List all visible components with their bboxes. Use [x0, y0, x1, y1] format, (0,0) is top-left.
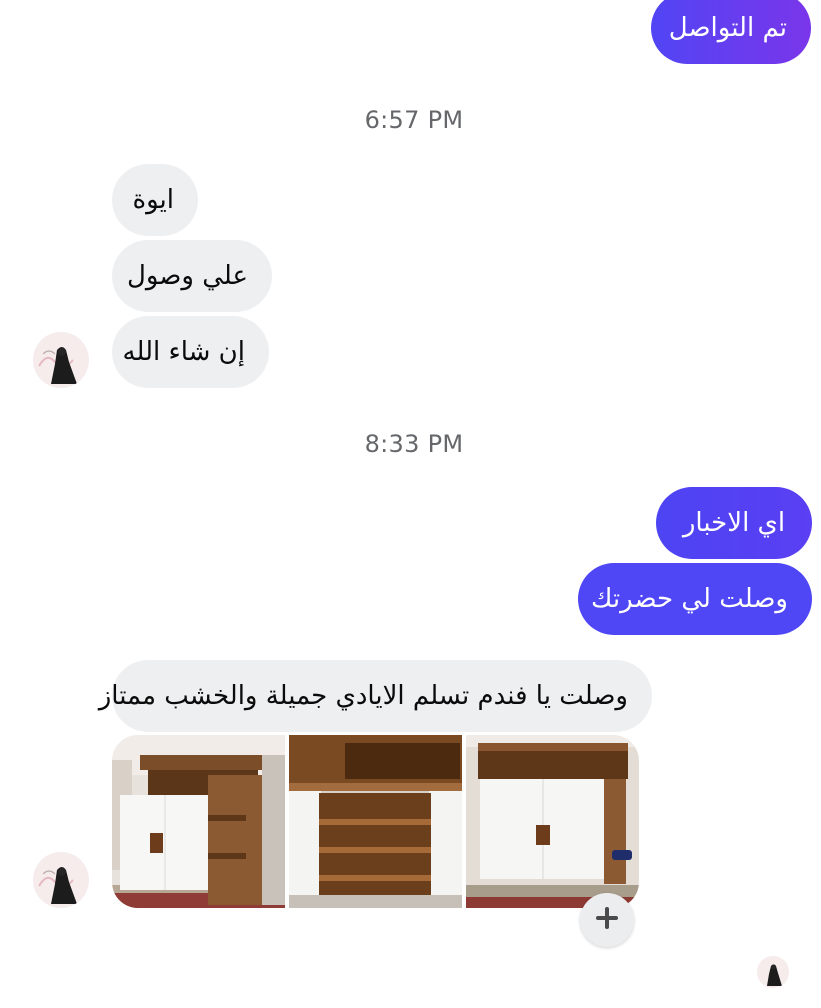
message-outgoing[interactable]: تم التواصل [651, 0, 811, 64]
plus-icon [593, 904, 621, 936]
photo-cabinet-closed-angle[interactable] [112, 735, 285, 908]
photo-cabinet-open-shelves[interactable] [289, 735, 462, 908]
message-outgoing[interactable]: اي الاخبار [656, 487, 812, 559]
message-incoming[interactable]: إن شاء الله [112, 316, 269, 388]
contact-avatar[interactable] [33, 852, 89, 908]
timestamp: 8:33 PM [364, 430, 464, 458]
add-reaction-button[interactable] [580, 893, 634, 947]
message-incoming[interactable]: علي وصول [112, 240, 272, 312]
photo-cabinet-closed-front[interactable] [466, 735, 639, 908]
contact-avatar[interactable] [33, 332, 89, 388]
seen-avatar [757, 956, 789, 988]
avatar-image [33, 332, 89, 388]
message-outgoing[interactable]: وصلت لي حضرتك [578, 563, 812, 635]
message-incoming[interactable]: ايوة [112, 164, 198, 236]
timestamp: 6:57 PM [364, 106, 464, 134]
message-incoming[interactable]: وصلت يا فندم تسلم الايادي جميلة والخشب م… [99, 660, 652, 732]
avatar-image [33, 852, 89, 908]
